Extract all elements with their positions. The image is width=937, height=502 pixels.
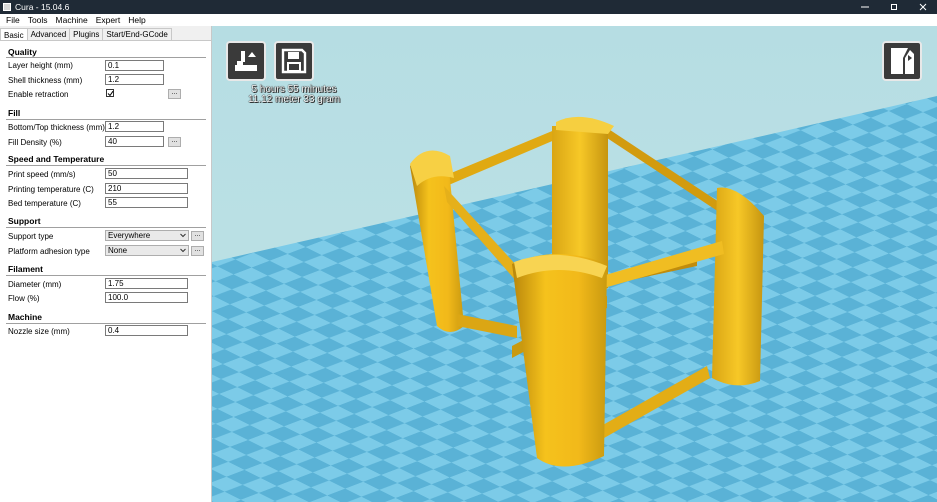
section-speed-title: Speed and Temperature <box>8 154 105 164</box>
model-bar <box>444 129 557 187</box>
load-model-button[interactable] <box>226 41 266 81</box>
section-fill-title: Fill <box>8 108 21 118</box>
retraction-more-button[interactable]: ... <box>168 89 181 99</box>
platform-adhesion-select[interactable]: None <box>105 245 189 256</box>
printing-temperature-label: Printing temperature (C) <box>8 185 94 194</box>
layer-height-label: Layer height (mm) <box>8 61 73 70</box>
divider <box>6 323 206 324</box>
title-bar: Cura - 15.04.6 <box>0 0 937 14</box>
settings-panel: Basic Advanced Plugins Start/End-GCode Q… <box>0 26 212 502</box>
divider <box>6 119 206 120</box>
layer-height-input[interactable]: 0.1 <box>105 60 164 71</box>
minimize-button[interactable] <box>850 0 879 14</box>
flow-input[interactable]: 100.0 <box>105 292 188 303</box>
menu-tools[interactable]: Tools <box>24 15 52 25</box>
chevron-down-icon <box>180 233 186 238</box>
enable-retraction-label: Enable retraction <box>8 90 69 99</box>
shell-thickness-input[interactable]: 1.2 <box>105 74 164 85</box>
flow-label: Flow (%) <box>8 294 40 303</box>
maximize-icon <box>890 4 897 10</box>
diameter-input[interactable]: 1.75 <box>105 278 188 289</box>
support-type-value: Everywhere <box>108 231 151 240</box>
fill-more-button[interactable]: ... <box>168 137 181 147</box>
platform-adhesion-value: None <box>108 246 128 255</box>
fill-density-input[interactable]: 40 <box>105 136 164 147</box>
nozzle-size-label: Nozzle size (mm) <box>8 327 70 336</box>
save-toolpath-button[interactable] <box>274 41 314 81</box>
support-type-select[interactable]: Everywhere <box>105 230 189 241</box>
window-title: Cura - 15.04.6 <box>15 2 70 12</box>
support-more-button[interactable]: ... <box>191 231 204 241</box>
divider <box>6 57 206 58</box>
menu-help[interactable]: Help <box>124 15 149 25</box>
menu-bar: File Tools Machine Expert Help <box>0 14 937 26</box>
section-filament-title: Filament <box>8 264 43 274</box>
3d-viewport[interactable]: 5 hours 55 minutes 11.12 meter 33 gram <box>212 26 937 502</box>
section-machine-title: Machine <box>8 312 43 322</box>
maximize-button[interactable] <box>879 0 908 14</box>
save-toolpath-icon <box>281 48 307 74</box>
menu-expert[interactable]: Expert <box>92 15 125 25</box>
model-pillar-right <box>712 187 764 386</box>
nozzle-size-input[interactable]: 0.4 <box>105 325 188 336</box>
divider <box>6 227 206 228</box>
minimize-icon <box>860 6 869 8</box>
view-mode-icon <box>891 48 914 74</box>
tab-start-end-gcode[interactable]: Start/End-GCode <box>102 28 172 40</box>
print-speed-label: Print speed (mm/s) <box>8 170 76 179</box>
load-model-icon <box>235 51 257 71</box>
fill-density-label: Fill Density (%) <box>8 138 62 147</box>
view-mode-button[interactable] <box>882 41 922 81</box>
shell-thickness-label: Shell thickness (mm) <box>8 76 83 85</box>
section-support-title: Support <box>8 216 41 226</box>
tab-advanced[interactable]: Advanced <box>26 28 71 40</box>
platform-adhesion-label: Platform adhesion type <box>8 247 90 256</box>
bottom-top-thickness-label: Bottom/Top thickness (mm) <box>8 123 105 132</box>
bed-temperature-label: Bed temperature (C) <box>8 199 81 208</box>
support-type-label: Support type <box>8 232 54 241</box>
window-controls <box>850 0 937 14</box>
print-estimate: 5 hours 55 minutes 11.12 meter 33 gram <box>229 85 359 105</box>
tab-plugins[interactable]: Plugins <box>69 28 104 40</box>
bed-temperature-input[interactable]: 55 <box>105 197 188 208</box>
divider <box>6 165 206 166</box>
printing-temperature-input[interactable]: 210 <box>105 183 188 194</box>
close-button[interactable] <box>908 0 937 14</box>
enable-retraction-checkbox[interactable] <box>106 89 114 97</box>
menu-machine[interactable]: Machine <box>52 15 92 25</box>
checkmark-icon <box>107 90 114 97</box>
section-quality-title: Quality <box>8 47 37 57</box>
bottom-top-thickness-input[interactable]: 1.2 <box>105 121 164 132</box>
app-icon <box>3 3 11 11</box>
adhesion-more-button[interactable]: ... <box>191 246 204 256</box>
print-material: 11.12 meter 33 gram <box>247 94 341 105</box>
diameter-label: Diameter (mm) <box>8 280 62 289</box>
chevron-down-icon <box>180 248 186 253</box>
basic-settings: Quality Layer height (mm) 0.1 Shell thic… <box>0 40 211 502</box>
divider <box>6 275 206 276</box>
close-icon <box>919 3 926 11</box>
print-speed-input[interactable]: 50 <box>105 168 188 179</box>
menu-file[interactable]: File <box>2 15 24 25</box>
